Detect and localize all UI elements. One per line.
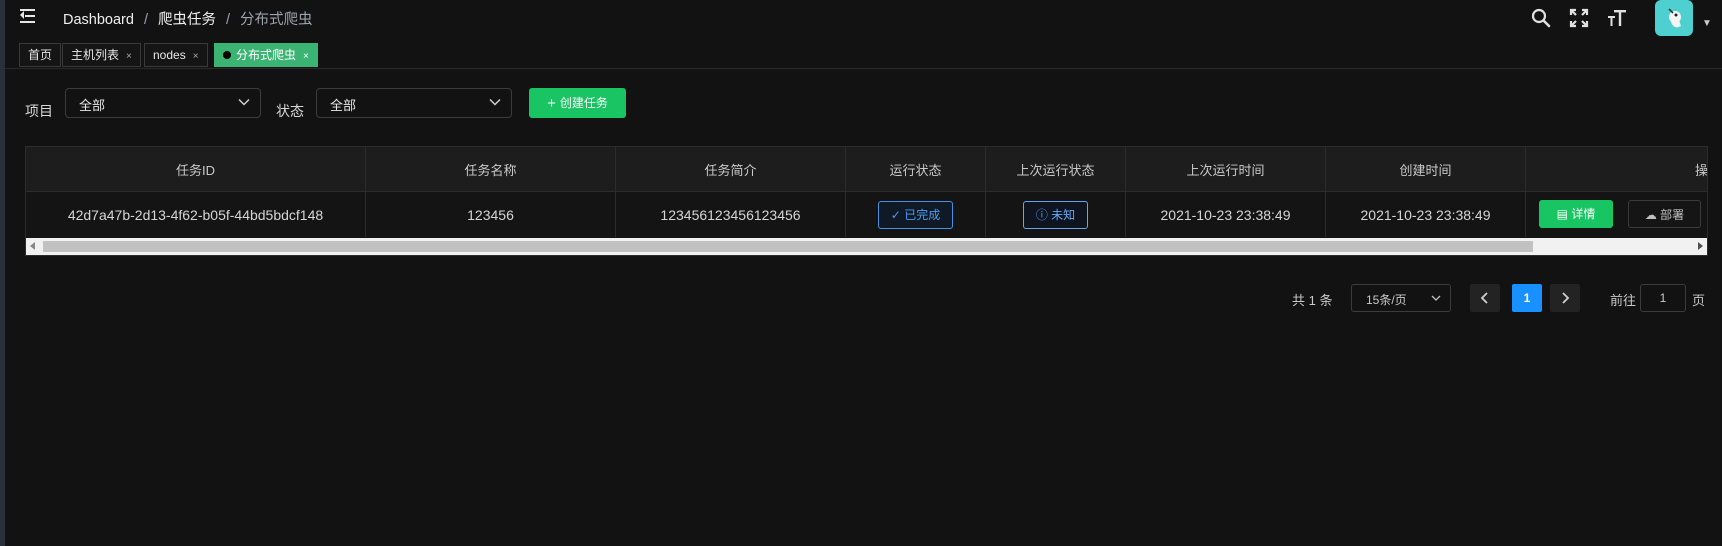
search-icon[interactable] [1529,6,1553,30]
detail-button[interactable]: ▤ 详情 [1539,200,1613,228]
breadcrumb-distributed-spider: 分布式爬虫 [240,12,313,28]
table-header: 任务ID 任务名称 任务简介 运行状态 上次运行状态 上次运行时间 创建时间 操 [26,147,1707,192]
avatar-dropdown-icon[interactable]: ▼ [1702,18,1712,29]
avatar-image-icon [1668,8,1681,28]
page-suffix-label: 页 [1692,293,1706,308]
goto-label: 前往 [1610,293,1637,308]
status-badge-completed: ✓ 已完成 [877,200,954,229]
cloud-upload-icon: ☁ [1644,208,1661,222]
tag-home[interactable]: 首页 [19,43,62,67]
font-size-icon[interactable] [1605,6,1629,30]
tag-host-list[interactable]: 主机列表 × [62,43,141,67]
status-badge-unknown: ⓘ 未知 [1022,200,1089,229]
pagination-total: 共 1 条 [1292,293,1333,308]
chevron-down-icon [1431,295,1441,301]
active-dot-icon [223,51,231,59]
next-page-button[interactable] [1550,284,1580,312]
user-avatar[interactable] [1655,0,1693,36]
status-filter-label: 状态 [276,103,304,119]
header-created-time: 创建时间 [1326,147,1526,191]
fullscreen-icon[interactable] [1567,6,1591,30]
hamburger-menu-icon[interactable] [20,8,38,26]
chevron-down-icon [489,98,501,106]
header-last-status: 上次运行状态 [986,147,1126,191]
header-task-name: 任务名称 [366,147,616,191]
goto-page-input[interactable]: 1 [1640,284,1686,312]
check-icon: ✓ [890,207,905,222]
header-last-run-time: 上次运行时间 [1126,147,1326,191]
tag-close-icon[interactable]: × [193,51,199,62]
scroll-left-icon[interactable] [30,242,35,250]
deploy-button[interactable]: ☁ 部署 [1628,200,1701,228]
cell-last-run-time: 2021-10-23 23:38:49 [1126,192,1326,237]
info-icon: ⓘ [1035,207,1052,222]
breadcrumb-dashboard[interactable]: Dashboard [63,12,134,28]
status-select[interactable]: 全部 [316,88,512,118]
cell-created-time: 2021-10-23 23:38:49 [1326,192,1526,237]
cell-last-status: ⓘ 未知 [986,192,1126,237]
chevron-down-icon [238,98,250,106]
tag-close-icon[interactable]: × [303,51,309,62]
left-edge-strip [0,0,5,546]
table-row: 42d7a47b-2d13-4f62-b05f-44bd5bdcf148 123… [26,192,1707,237]
tag-close-icon[interactable]: × [126,51,132,62]
breadcrumb: Dashboard / 爬虫任务 / 分布式爬虫 [63,12,313,28]
project-select[interactable]: 全部 [65,88,261,118]
project-filter-label: 项目 [25,103,53,119]
create-task-button[interactable]: + 创建任务 [529,88,626,118]
scroll-right-icon[interactable] [1698,242,1703,250]
tag-distributed-spider[interactable]: 分布式爬虫 × [214,43,318,67]
task-table: 任务ID 任务名称 任务简介 运行状态 上次运行状态 上次运行时间 创建时间 操… [25,146,1708,256]
plus-icon: + [547,95,556,112]
cell-task-name: 123456 [366,192,616,237]
header-task-id: 任务ID [26,147,366,191]
prev-page-button[interactable] [1470,284,1500,312]
scrollbar-thumb[interactable] [43,241,1533,252]
horizontal-scrollbar[interactable] [26,238,1707,255]
header-run-status: 运行状态 [846,147,986,191]
cell-run-status: ✓ 已完成 [846,192,986,237]
tag-nodes[interactable]: nodes × [144,43,208,67]
page-size-select[interactable]: 15条/页 [1351,284,1451,312]
chevron-left-icon [1480,292,1488,304]
tags-divider [5,68,1722,69]
chevron-right-icon [1562,292,1570,304]
document-icon: ▤ [1556,207,1572,221]
cell-task-desc: 123456123456123456 [616,192,846,237]
header-task-desc: 任务简介 [616,147,846,191]
breadcrumb-spider-tasks[interactable]: 爬虫任务 [158,12,216,28]
navbar: Dashboard / 爬虫任务 / 分布式爬虫 ▼ [5,0,1722,36]
header-actions: 操 [1694,162,1708,178]
cell-task-id: 42d7a47b-2d13-4f62-b05f-44bd5bdcf148 [26,192,366,237]
page-number-button[interactable]: 1 [1512,284,1542,312]
